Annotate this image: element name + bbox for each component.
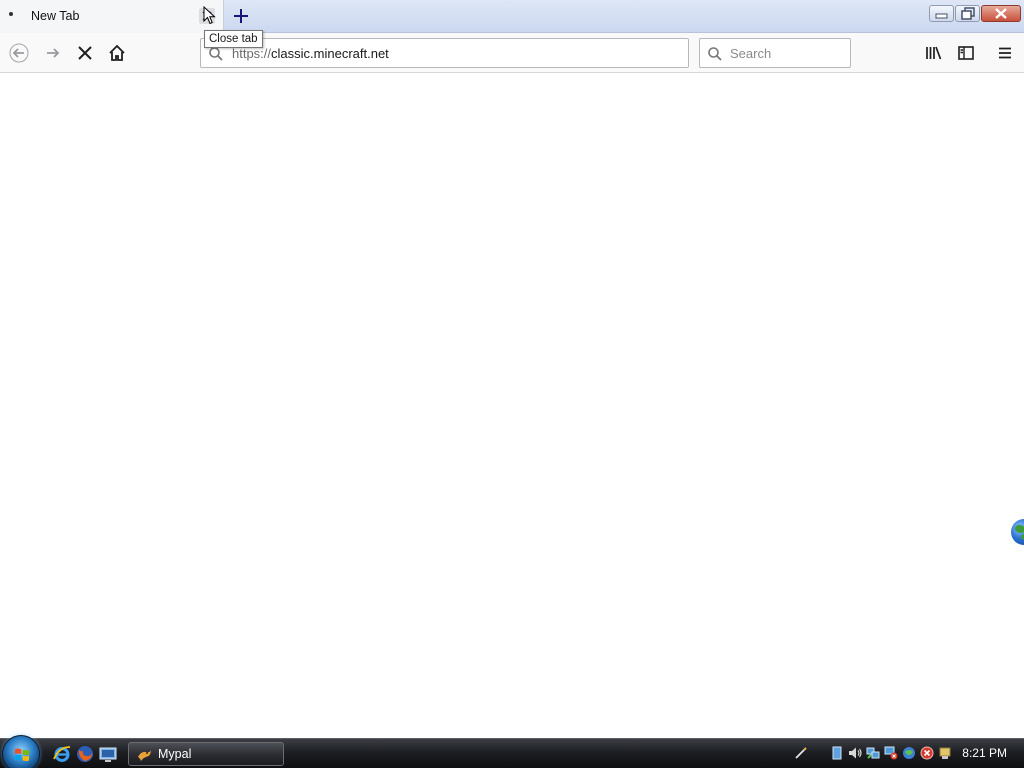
minimize-button[interactable]: [929, 5, 954, 22]
library-button[interactable]: [920, 39, 948, 67]
home-icon: [109, 44, 125, 61]
network-error-icon[interactable]: [884, 746, 898, 760]
search-input[interactable]: [730, 45, 845, 62]
search-icon: [708, 47, 722, 61]
forward-button[interactable]: [39, 39, 67, 67]
back-button[interactable]: [5, 39, 33, 67]
home-button[interactable]: [103, 39, 131, 67]
page-content[interactable]: [0, 74, 1024, 738]
mouse-cursor-icon: [203, 6, 216, 25]
close-tab-tooltip: Close tab: [204, 30, 263, 48]
library-icon: [926, 46, 942, 60]
globe-icon: [1011, 519, 1024, 545]
sidebar-icon: [958, 46, 974, 60]
url-host: classic.minecraft.net: [271, 46, 389, 61]
pen-icon[interactable]: [794, 746, 808, 760]
tablet-icon[interactable]: [830, 746, 844, 760]
search-bar[interactable]: [699, 38, 851, 68]
firefox-icon[interactable]: [76, 745, 94, 763]
plus-icon: [234, 9, 248, 23]
taskbar-button-mypal[interactable]: Mypal: [128, 742, 284, 766]
hamburger-menu-icon: [999, 47, 1011, 59]
minimize-icon: [935, 13, 948, 19]
close-window-button[interactable]: [981, 5, 1021, 22]
back-arrow-icon: [9, 43, 29, 63]
restore-icon: [961, 7, 975, 20]
volume-icon[interactable]: [848, 746, 862, 760]
menu-button[interactable]: [991, 39, 1019, 67]
show-desktop-icon[interactable]: [99, 745, 117, 763]
restore-button[interactable]: [955, 5, 980, 22]
navigation-toolbar: https://classic.minecraft.net: [0, 33, 1024, 73]
new-tab-button[interactable]: [229, 5, 253, 27]
internet-explorer-icon[interactable]: [53, 745, 71, 763]
mypal-icon: [138, 750, 151, 761]
start-button[interactable]: [2, 735, 40, 768]
taskbar-button-label: Mypal: [158, 747, 192, 761]
tab-new-tab[interactable]: New Tab: [0, 0, 224, 33]
stop-icon: [78, 46, 92, 60]
tab-title: New Tab: [31, 9, 80, 23]
windows-logo-icon: [15, 748, 29, 761]
clock[interactable]: 8:21 PM: [962, 746, 1007, 760]
close-icon: [995, 8, 1007, 19]
url-bar[interactable]: https://classic.minecraft.net: [200, 38, 689, 68]
url-scheme: https://: [232, 46, 272, 61]
tab-loading-indicator: [9, 12, 13, 16]
security-icon[interactable]: [902, 746, 916, 760]
safely-remove-icon[interactable]: [938, 746, 952, 760]
network-icon[interactable]: [866, 746, 880, 760]
search-icon: [209, 47, 223, 61]
stop-button[interactable]: [71, 39, 99, 67]
forward-arrow-icon: [47, 48, 60, 58]
error-shield-icon[interactable]: [920, 746, 934, 760]
taskbar: Mypal 8:21 PM: [0, 735, 1024, 768]
tab-strip: New Tab: [0, 0, 1024, 33]
window-controls: [929, 5, 1021, 23]
system-tray: 8:21 PM: [792, 739, 1024, 768]
url-text[interactable]: https://classic.minecraft.net: [232, 46, 389, 61]
sidebar-button[interactable]: [952, 39, 980, 67]
